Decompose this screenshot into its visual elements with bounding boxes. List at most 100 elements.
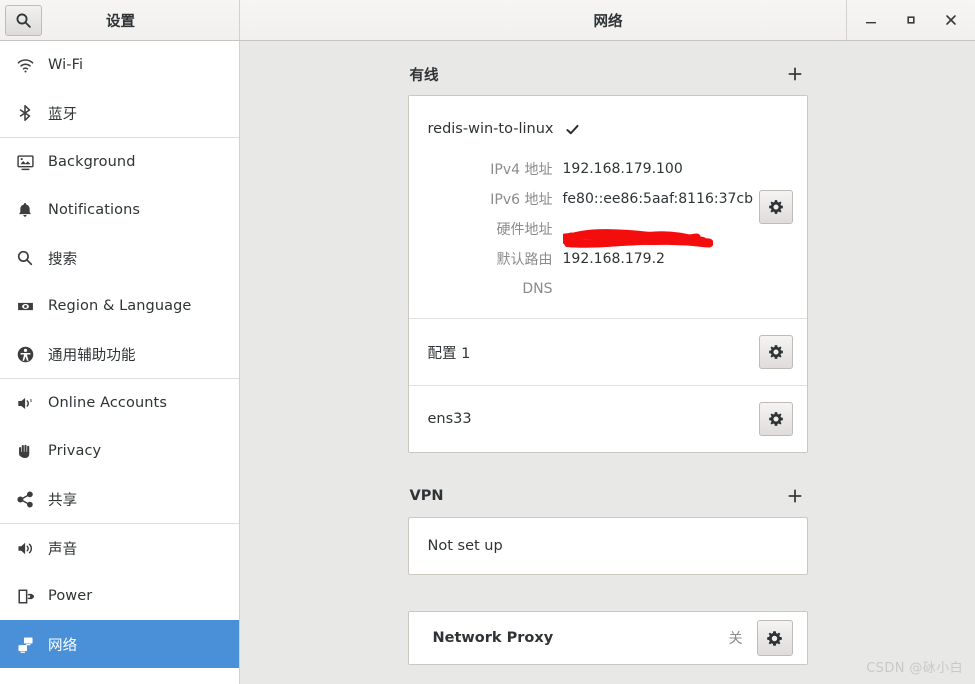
connection-details: IPv4 地址 192.168.179.100 IPv6 地址 fe80::ee… bbox=[428, 154, 793, 304]
vpn-section-title: VPN bbox=[409, 488, 444, 504]
sidebar-item-label: Background bbox=[48, 154, 136, 170]
gear-icon bbox=[768, 411, 784, 427]
profile-name: 配置 1 bbox=[427, 345, 471, 362]
minimize-icon bbox=[864, 13, 878, 27]
wired-section-title: 有线 bbox=[409, 67, 439, 84]
titlebar: 设置 网络 bbox=[0, 0, 975, 41]
wired-device-row[interactable]: ens33 bbox=[408, 385, 807, 452]
sidebar-item-power[interactable]: Power bbox=[0, 572, 239, 620]
vpn-card: Not set up bbox=[407, 517, 808, 575]
profile-settings-button[interactable] bbox=[758, 335, 793, 369]
detail-row: IPv4 地址 192.168.179.100 bbox=[428, 154, 793, 184]
add-vpn-button[interactable] bbox=[784, 485, 806, 507]
gear-icon bbox=[766, 630, 783, 647]
sidebar-item-wifi[interactable]: Wi-Fi bbox=[0, 41, 239, 89]
sidebar-title: 设置 bbox=[106, 13, 135, 30]
sidebar-item-label: 蓝牙 bbox=[48, 106, 78, 123]
settings-window: 设置 网络 Wi-Fi 蓝牙 Background Notifications … bbox=[0, 0, 975, 684]
sidebar-item-label: 搜索 bbox=[48, 251, 78, 268]
network-icon bbox=[13, 632, 37, 656]
close-button[interactable] bbox=[931, 0, 971, 40]
network-proxy-state: 关 bbox=[728, 631, 743, 647]
checkmark-icon bbox=[565, 122, 580, 137]
vpn-section-header: VPN bbox=[408, 485, 808, 517]
sidebar-item-bluetooth[interactable]: 蓝牙 bbox=[0, 89, 239, 137]
speaker-icon bbox=[13, 536, 37, 560]
region-language-icon bbox=[13, 294, 37, 318]
svg-text:s: s bbox=[29, 398, 32, 404]
network-proxy-settings-button[interactable] bbox=[756, 620, 793, 656]
share-icon bbox=[13, 487, 37, 511]
page-title: 网络 bbox=[593, 13, 623, 30]
plus-icon bbox=[787, 488, 803, 504]
device-settings-button[interactable] bbox=[758, 402, 793, 436]
vpn-status: Not set up bbox=[427, 538, 503, 554]
sidebar-item-accessibility[interactable]: 通用辅助功能 bbox=[0, 330, 239, 378]
sidebar-item-label: 网络 bbox=[48, 637, 78, 654]
sidebar-group-network: Wi-Fi 蓝牙 bbox=[0, 41, 239, 137]
sidebar-item-privacy[interactable]: Privacy bbox=[0, 427, 239, 475]
gear-icon bbox=[768, 344, 784, 360]
hand-icon bbox=[13, 439, 37, 463]
accessibility-icon bbox=[13, 342, 37, 366]
bell-icon bbox=[13, 198, 37, 222]
detail-label: DNS bbox=[522, 281, 553, 297]
sidebar-item-label: 共享 bbox=[48, 492, 78, 509]
wired-profile-row[interactable]: 配置 1 bbox=[408, 318, 807, 385]
maximize-icon bbox=[904, 13, 918, 27]
sidebar-item-online-accounts[interactable]: s Online Accounts bbox=[0, 379, 239, 427]
power-icon bbox=[13, 584, 37, 608]
detail-row: DNS bbox=[428, 274, 793, 304]
detail-label: IPv4 地址 bbox=[490, 162, 553, 178]
bluetooth-icon bbox=[13, 101, 37, 125]
wired-section-header: 有线 bbox=[408, 63, 808, 95]
online-accounts-icon: s bbox=[13, 391, 37, 415]
connection-name: redis-win-to-linux bbox=[427, 121, 554, 137]
main-content: 有线 redis-win-to-linux IPv4 地址 192.168.17… bbox=[240, 41, 975, 684]
add-wired-connection-button[interactable] bbox=[784, 63, 806, 85]
device-name: ens33 bbox=[427, 411, 472, 427]
sidebar-group-hardware: 声音 Power 网络 bbox=[0, 524, 239, 668]
search-icon bbox=[15, 12, 32, 29]
plus-icon bbox=[787, 66, 803, 82]
search-button[interactable] bbox=[5, 4, 42, 36]
sidebar-item-label: Online Accounts bbox=[48, 395, 167, 411]
network-proxy-card: Network Proxy 关 bbox=[407, 611, 808, 665]
detail-label: IPv6 地址 bbox=[490, 192, 553, 208]
maximize-button[interactable] bbox=[891, 0, 931, 40]
wired-connection-row: redis-win-to-linux IPv4 地址 192.168.179.1… bbox=[409, 96, 807, 318]
sidebar-group-personal: Background Notifications 搜索 Region & Lan… bbox=[0, 138, 239, 378]
sidebar: Wi-Fi 蓝牙 Background Notifications 搜索 Reg… bbox=[0, 41, 240, 684]
sidebar-item-sound[interactable]: 声音 bbox=[0, 524, 239, 572]
sidebar-item-background[interactable]: Background bbox=[0, 138, 239, 186]
content-headerbar: 网络 bbox=[240, 0, 975, 40]
sidebar-group-accounts: s Online Accounts Privacy 共享 bbox=[0, 379, 239, 523]
detail-label: 默认路由 bbox=[496, 252, 553, 268]
sidebar-item-label: Region & Language bbox=[48, 298, 192, 314]
detail-row: IPv6 地址 fe80::ee86:5aaf:8116:37cb bbox=[428, 184, 793, 214]
detail-label: 硬件地址 bbox=[496, 222, 553, 238]
sidebar-item-network[interactable]: 网络 bbox=[0, 620, 239, 668]
window-body: Wi-Fi 蓝牙 Background Notifications 搜索 Reg… bbox=[0, 41, 975, 684]
gear-icon bbox=[768, 199, 784, 215]
sidebar-item-label: 通用辅助功能 bbox=[48, 347, 136, 364]
network-proxy-label: Network Proxy bbox=[432, 630, 554, 646]
window-controls bbox=[846, 0, 975, 40]
wifi-icon bbox=[13, 53, 37, 77]
sidebar-item-label: Notifications bbox=[48, 202, 141, 218]
sidebar-item-notifications[interactable]: Notifications bbox=[0, 186, 239, 234]
minimize-button[interactable] bbox=[851, 0, 891, 40]
sidebar-item-region-language[interactable]: Region & Language bbox=[0, 282, 239, 330]
connection-settings-button[interactable] bbox=[758, 190, 793, 224]
detail-value: 192.168.179.2 bbox=[562, 251, 665, 267]
detail-value: fe80::ee86:5aaf:8116:37cb bbox=[562, 191, 754, 207]
sidebar-item-label: 声音 bbox=[48, 541, 78, 558]
wired-card: redis-win-to-linux IPv4 地址 192.168.179.1… bbox=[407, 95, 808, 453]
sidebar-item-label: Power bbox=[48, 588, 93, 604]
background-icon bbox=[13, 150, 37, 174]
network-proxy-row[interactable]: Network Proxy 关 bbox=[409, 612, 807, 664]
search-icon bbox=[13, 246, 37, 270]
sidebar-item-search[interactable]: 搜索 bbox=[0, 234, 239, 282]
sidebar-item-label: Wi-Fi bbox=[48, 57, 84, 73]
sidebar-item-sharing[interactable]: 共享 bbox=[0, 475, 239, 523]
